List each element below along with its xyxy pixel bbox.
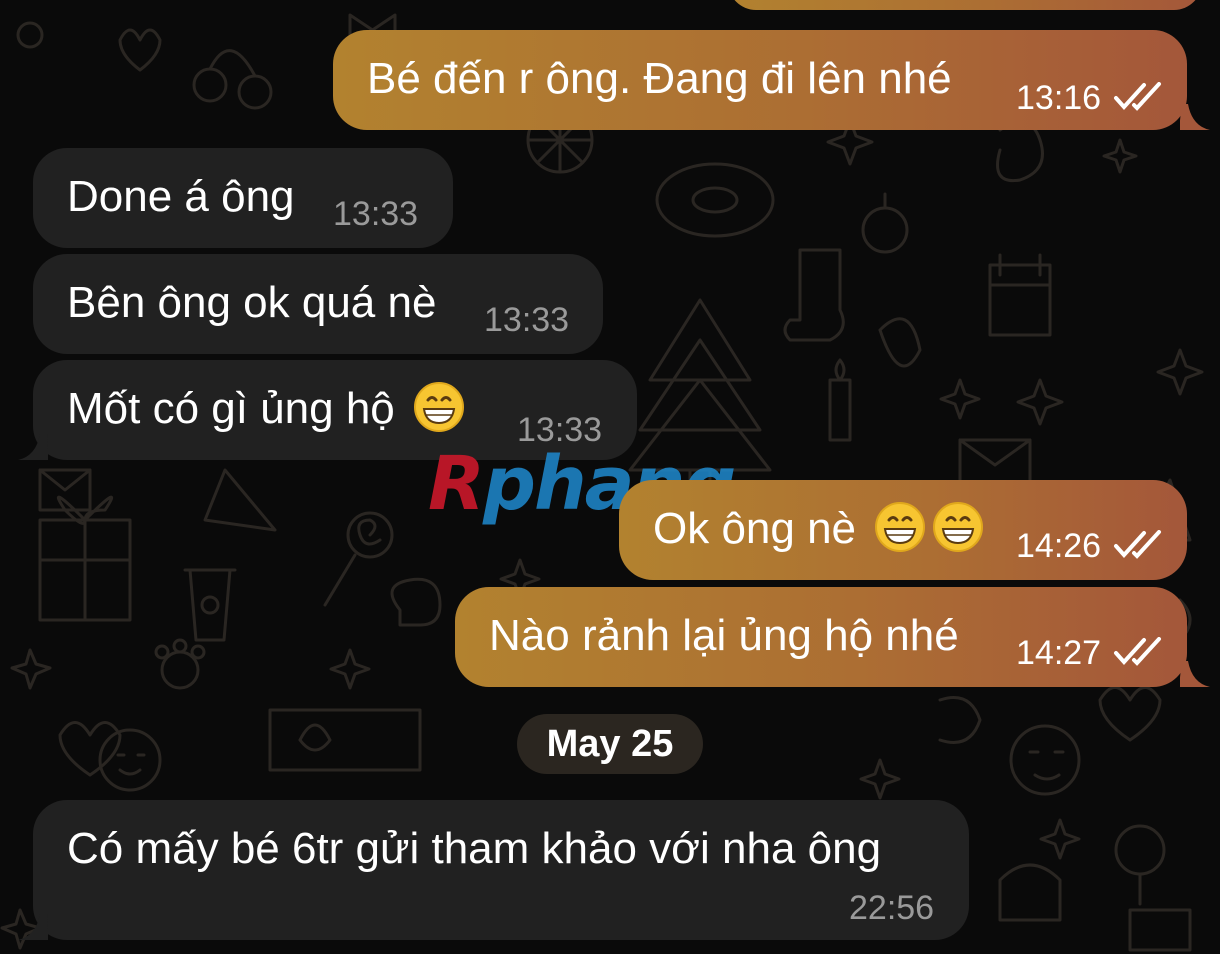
message-time: 14:27: [1016, 634, 1102, 672]
message-text: Bên ông ok quá nè: [67, 278, 437, 327]
message-time: 22:56: [849, 889, 935, 927]
message-text: Có mấy bé 6tr gửi tham khảo với nha ông: [67, 824, 882, 873]
message-text: Nào rảnh lại ủng hộ nhé: [489, 611, 959, 660]
message-time: 13:16: [1016, 79, 1102, 117]
message-text: Ok ông nè: [653, 502, 984, 557]
message-time: 14:26: [1016, 527, 1102, 565]
message-text-content: Mốt có gì ủng hộ: [67, 384, 395, 433]
message-text: Bé đến r ông. Đang đi lên nhé: [367, 54, 952, 103]
message-text-content: Ok ông nè: [653, 504, 857, 553]
message-bubble-outgoing[interactable]: Bé đến r ông. Đang đi lên nhé 13:16: [333, 30, 1187, 130]
message-text: Mốt có gì ủng hộ: [67, 382, 465, 437]
bubble-tail: [18, 914, 48, 940]
message-time: 13:33: [333, 195, 419, 233]
message-text: Done á ông: [67, 172, 295, 221]
message-bubble-outgoing[interactable]: Nào rảnh lại ủng hộ nhé 14:27: [455, 587, 1187, 687]
double-check-icon: [1114, 637, 1161, 666]
message-bubble-outgoing-cutoff: [728, 0, 1202, 10]
message-bubble-incoming[interactable]: Done á ông 13:33: [33, 148, 453, 248]
grinning-face-icon: [933, 502, 984, 553]
double-check-icon: [1114, 82, 1161, 111]
bubble-tail: [1180, 661, 1210, 687]
date-separator: May 25: [517, 714, 703, 774]
bubble-tail: [18, 434, 48, 460]
message-bubble-incoming[interactable]: Bên ông ok quá nè 13:33: [33, 254, 603, 354]
message-time: 13:33: [484, 301, 570, 339]
chat-background: Bé đến r ông. Đang đi lên nhé 13:16 Done…: [0, 0, 1220, 954]
double-check-icon: [1114, 530, 1161, 559]
grinning-face-icon: [414, 382, 464, 433]
message-bubble-outgoing[interactable]: Ok ông nè 14:26: [619, 480, 1187, 580]
bubble-tail: [1180, 104, 1210, 130]
grinning-face-icon: [875, 502, 926, 553]
message-bubble-incoming[interactable]: Có mấy bé 6tr gửi tham khảo với nha ông …: [33, 800, 969, 940]
